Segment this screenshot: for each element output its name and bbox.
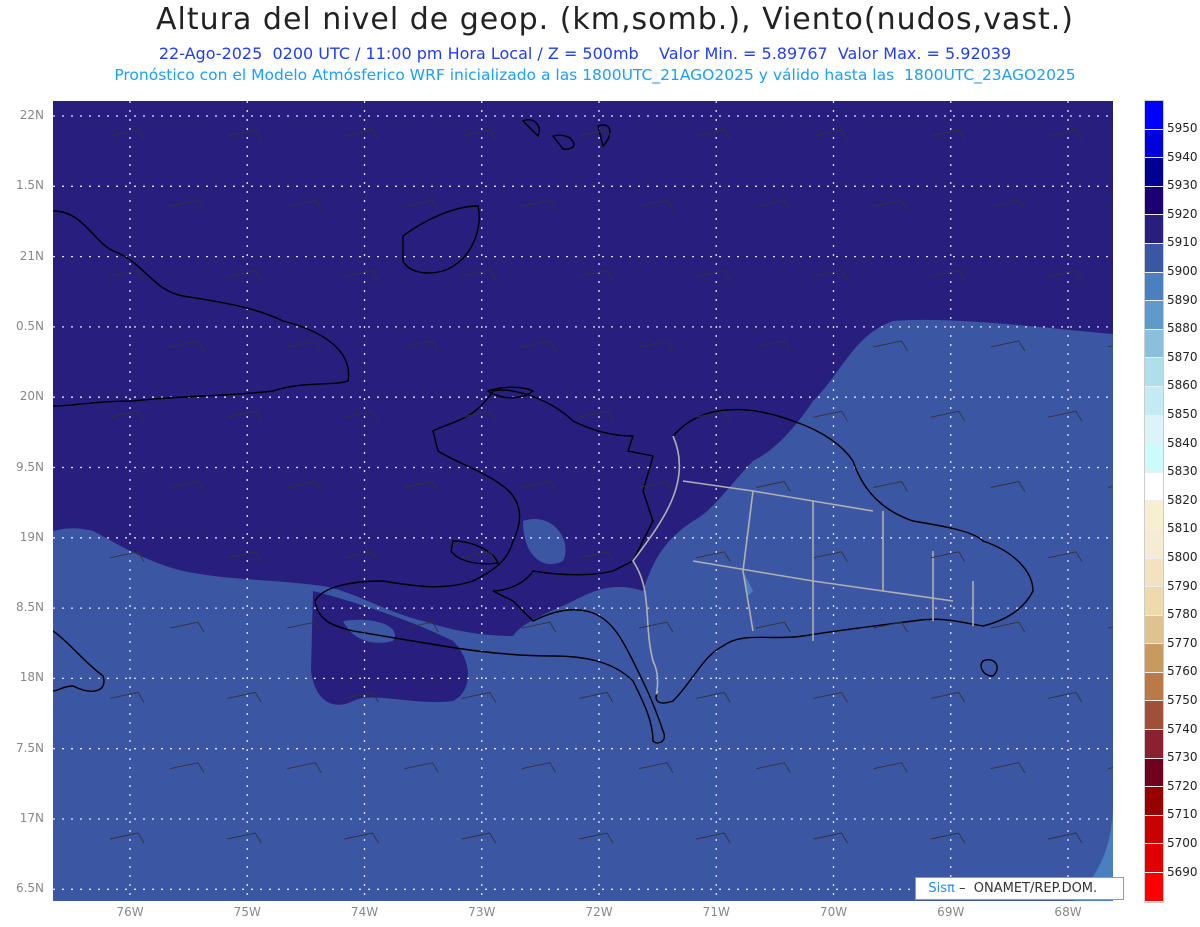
colorbar-label: 5770 — [1167, 635, 1198, 650]
colorbar-label: 5860 — [1167, 378, 1198, 393]
map-subtitle: 22-Ago-2025 0200 UTC / 11:00 pm Hora Loc… — [158, 44, 1012, 63]
colorbar-label: 5710 — [1167, 807, 1198, 822]
logo-text: – ONAMET/REP.DOM. — [954, 881, 1098, 896]
colorbar-label: 5850 — [1167, 407, 1198, 421]
lat-label: 0.5N — [15, 318, 44, 333]
colorbar-label: 5940 — [1167, 149, 1198, 164]
lat-label: 20N — [19, 389, 44, 404]
lon-label: 76W — [116, 905, 144, 919]
colorbar-label: 5900 — [1167, 264, 1198, 278]
colorbar-label: 5760 — [1167, 664, 1198, 679]
geopotential-map — [53, 101, 1113, 901]
colorbar-label: 5890 — [1167, 292, 1198, 307]
colorbar-swatch — [1145, 215, 1163, 244]
colorbar-label: 5790 — [1167, 578, 1198, 593]
colorbar-swatch — [1145, 329, 1163, 359]
lat-label: 6.5N — [15, 881, 44, 896]
colorbar-swatch — [1145, 587, 1163, 616]
lon-label: 75W — [233, 905, 261, 919]
colorbar-label: 5730 — [1167, 750, 1198, 765]
colorbar-label: 5720 — [1167, 778, 1198, 793]
lon-label: 74W — [350, 905, 379, 919]
lon-label: 71W — [702, 905, 730, 919]
colorbar-label: 5830 — [1167, 464, 1198, 479]
colorbar-label: 5780 — [1167, 607, 1198, 622]
colorbar-label: 5840 — [1167, 435, 1198, 450]
colorbar-swatch — [1145, 730, 1163, 759]
colorbar-swatch — [1145, 758, 1163, 788]
colorbar-label: 5910 — [1167, 235, 1198, 250]
lat-label: 18N — [19, 670, 44, 685]
colorbar-swatch — [1145, 243, 1163, 273]
colorbar-swatch — [1145, 415, 1163, 445]
colorbar-swatch — [1145, 358, 1163, 387]
colorbar-label: 5880 — [1167, 321, 1198, 336]
colorbar-label: 5750 — [1167, 693, 1198, 707]
colorbar-swatch — [1145, 186, 1163, 216]
colorbar-label: 5920 — [1167, 206, 1198, 221]
colorbar-label: 5690 — [1167, 864, 1198, 879]
lat-label: 7.5N — [15, 740, 44, 755]
colorbar-swatch — [1145, 158, 1163, 187]
lat-label: 8.5N — [15, 600, 44, 615]
lat-label: 9.5N — [15, 459, 44, 474]
lat-label: 1.5N — [15, 178, 44, 193]
colorbar-swatch — [1145, 472, 1163, 502]
lon-label: 72W — [585, 905, 613, 919]
colorbar-label: 5870 — [1167, 349, 1198, 364]
colorbar-swatch — [1145, 787, 1163, 816]
lon-label: 70W — [819, 905, 848, 919]
colorbar-swatch — [1145, 844, 1163, 874]
lat-label: 19N — [19, 529, 44, 544]
lon-label: 68W — [1054, 905, 1082, 919]
colorbar-label: 5800 — [1167, 550, 1198, 564]
lat-label: 22N — [19, 108, 44, 122]
colorbar-swatch — [1145, 701, 1163, 731]
colorbar-label: 5810 — [1167, 521, 1198, 536]
model-info: Pronóstico con el Modelo Atmósferico WRF… — [114, 66, 1076, 84]
colorbar-swatch — [1145, 529, 1163, 559]
colorbar-swatch — [1145, 101, 1163, 130]
colorbar-swatch — [1145, 873, 1163, 902]
colorbar-swatch — [1145, 558, 1163, 588]
colorbar-label: 5700 — [1167, 836, 1198, 850]
colorbar-swatch — [1145, 386, 1163, 416]
lat-label: 17N — [19, 811, 44, 825]
colorbar-swatch — [1145, 272, 1163, 302]
logo-brand: Sisπ — [928, 881, 955, 896]
lon-label: 69W — [937, 905, 965, 919]
colorbar — [1144, 100, 1164, 903]
colorbar-label: 5740 — [1167, 721, 1198, 736]
colorbar-swatch — [1145, 672, 1163, 702]
colorbar-swatch — [1145, 615, 1163, 645]
lat-label: 21N — [19, 248, 44, 263]
colorbar-label: 5930 — [1167, 178, 1198, 193]
colorbar-swatch — [1145, 815, 1163, 845]
colorbar-label: 5950 — [1167, 121, 1198, 135]
map-title: Altura del nivel de geop. (km,somb.), Vi… — [156, 2, 1074, 37]
lon-label: 73W — [468, 905, 496, 919]
colorbar-swatch — [1145, 444, 1163, 473]
colorbar-swatch — [1145, 501, 1163, 530]
colorbar-label: 5820 — [1167, 492, 1198, 507]
colorbar-swatch — [1145, 129, 1163, 159]
colorbar-swatch — [1145, 644, 1163, 673]
logo: Sisπ – ONAMET/REP.DOM. — [915, 877, 1124, 900]
colorbar-swatch — [1145, 301, 1163, 330]
